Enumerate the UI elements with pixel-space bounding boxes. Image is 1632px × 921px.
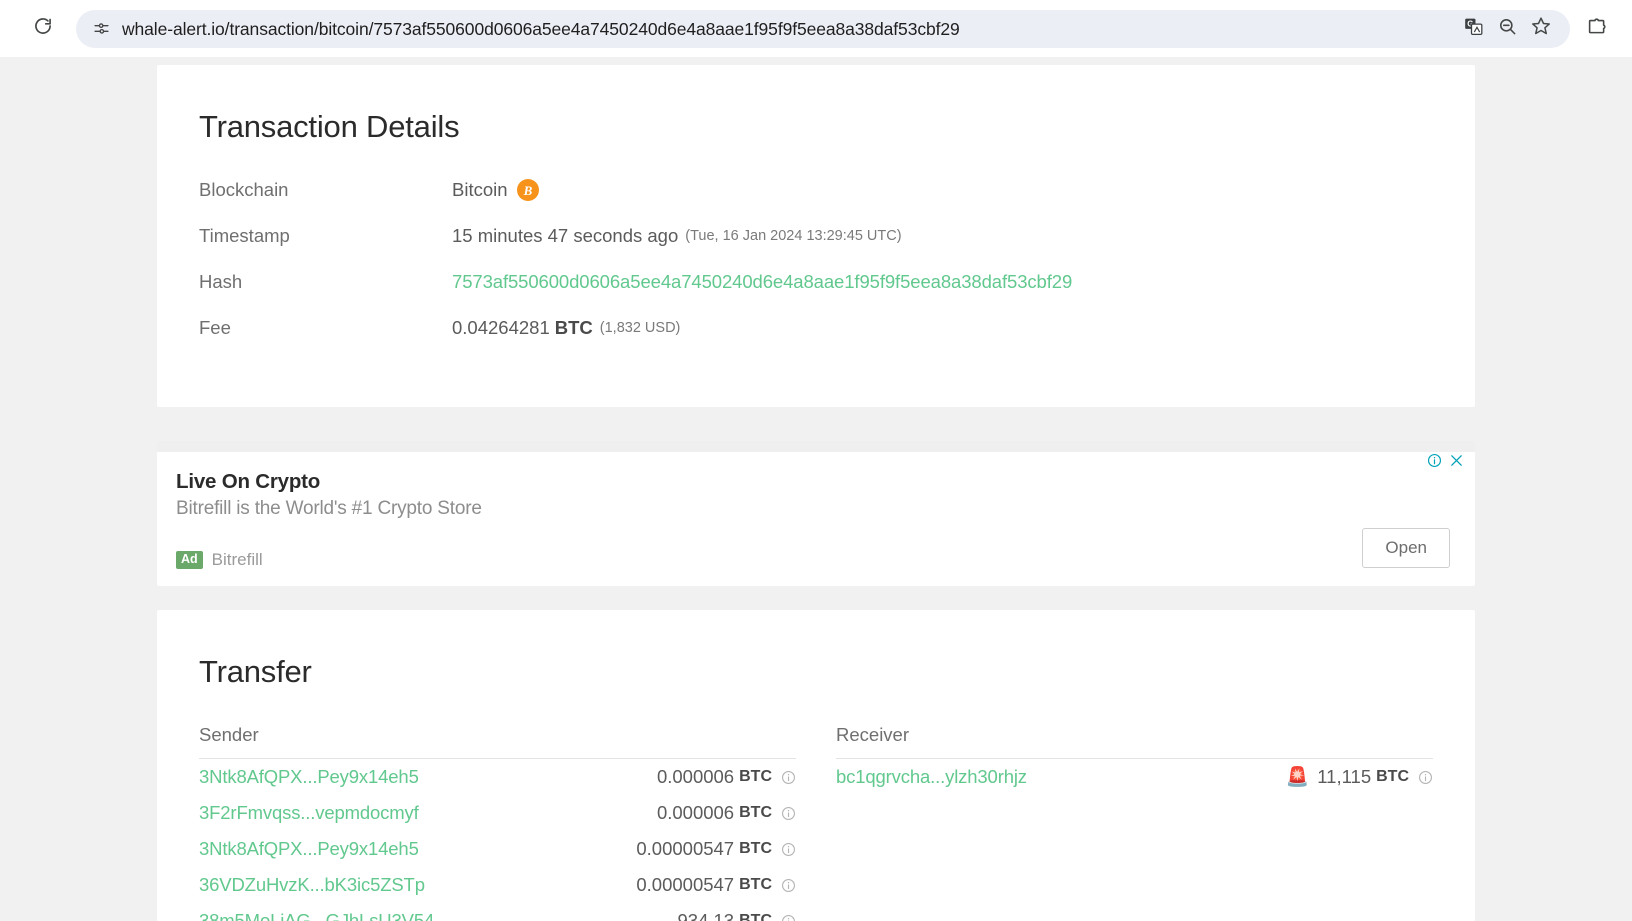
timestamp-relative: 15 minutes 47 seconds ago [452, 225, 679, 246]
sender-amount-group: 0.00000547 BTC [636, 838, 796, 860]
sender-amount: 0.00000547 [636, 874, 735, 895]
sender-amount-unit: BTC [739, 912, 772, 921]
detail-label: Blockchain [199, 179, 289, 200]
sender-column: Sender 3Ntk8AfQPX...Pey9x14eh5 0.000006 … [199, 724, 796, 921]
bitcoin-coin-icon: B [516, 179, 539, 201]
sender-amount: 934.13 [677, 910, 735, 921]
page-viewport: Transaction Details Blockchain Bitcoin B… [0, 57, 1632, 921]
address-bar[interactable]: whale-alert.io/transaction/bitcoin/7573a… [76, 9, 1570, 48]
info-icon[interactable] [781, 914, 796, 921]
zoom-out-icon [1498, 17, 1517, 41]
ad-description: Bitrefill is the World's #1 Crypto Store [176, 498, 482, 519]
table-row: bc1qgrvcha...ylzh30rhjz 🚨 11,115 BTC [836, 759, 1433, 795]
sender-amount-unit: BTC [739, 804, 772, 821]
ad-info-icon[interactable] [1427, 453, 1442, 468]
omnibox-actions: G [1458, 14, 1556, 44]
site-settings-icon[interactable] [88, 16, 114, 42]
detail-row-blockchain: Blockchain Bitcoin B [199, 179, 1433, 225]
detail-row-fee: Fee 0.04264281 BTC (1,832 USD) [199, 317, 1433, 363]
transfer-columns: Sender 3Ntk8AfQPX...Pey9x14eh5 0.000006 … [199, 724, 1433, 921]
fee-unit: BTC [554, 317, 593, 338]
extensions-puzzle-icon [1587, 16, 1608, 42]
sender-address-link[interactable]: 3Ntk8AfQPX...Pey9x14eh5 [199, 838, 419, 860]
detail-label: Fee [199, 317, 231, 338]
detail-row-hash: Hash 7573af550600d0606a5ee4a7450240d6e4a… [199, 271, 1433, 317]
table-row: 3Ntk8AfQPX...Pey9x14eh5 0.000006 BTC [199, 759, 796, 795]
zoom-out-button[interactable] [1492, 14, 1522, 44]
info-icon[interactable] [781, 878, 796, 893]
detail-value: 15 minutes 47 seconds ago (Tue, 16 Jan 2… [452, 225, 902, 247]
receiver-column: Receiver bc1qgrvcha...ylzh30rhjz 🚨 11,11… [836, 724, 1433, 921]
sender-address-link[interactable]: 36VDZuHvzK...bK3ic5ZSTp [199, 874, 425, 896]
transaction-hash-link[interactable]: 7573af550600d0606a5ee4a7450240d6e4a8aae1… [452, 271, 1072, 293]
extensions-button[interactable] [1580, 12, 1614, 46]
ad-badge: Ad [176, 550, 203, 570]
sender-amount-unit: BTC [739, 768, 772, 785]
receiver-address-link[interactable]: bc1qgrvcha...ylzh30rhjz [836, 766, 1027, 788]
sender-amount-unit: BTC [739, 876, 772, 893]
sender-address-link[interactable]: 3F2rFmvqss...vepmdocmyf [199, 802, 419, 824]
translate-button[interactable]: G [1458, 14, 1488, 44]
transfer-card: Transfer Sender 3Ntk8AfQPX...Pey9x14eh5 … [157, 610, 1475, 921]
ad-top-band [157, 441, 1475, 452]
detail-row-timestamp: Timestamp 15 minutes 47 seconds ago (Tue… [199, 225, 1433, 271]
advertisement-card: Live On Crypto Bitrefill is the World's … [157, 441, 1475, 586]
info-icon[interactable] [1418, 770, 1433, 785]
transaction-details-card: Transaction Details Blockchain Bitcoin B… [157, 65, 1475, 407]
sender-amount: 0.00000547 [636, 838, 735, 859]
reload-button[interactable] [26, 12, 60, 46]
bookmark-button[interactable] [1526, 14, 1556, 44]
sender-amount-unit: BTC [739, 840, 772, 857]
whale-alert-siren-icon: 🚨 [1285, 766, 1310, 788]
sender-amount-group: 0.000006 BTC [657, 766, 796, 788]
detail-value: 7573af550600d0606a5ee4a7450240d6e4a8aae1… [452, 271, 1072, 293]
sender-amount-group: 0.00000547 BTC [636, 874, 796, 896]
svg-text:B: B [522, 183, 532, 198]
table-row: 3Ntk8AfQPX...Pey9x14eh5 0.00000547 BTC [199, 831, 796, 867]
detail-label: Timestamp [199, 225, 290, 246]
timestamp-absolute: (Tue, 16 Jan 2024 13:29:45 UTC) [685, 228, 902, 244]
receiver-amount-unit: BTC [1376, 768, 1409, 785]
sender-amount-group: 934.13 BTC [678, 910, 796, 921]
receiver-amount: 11,115 [1317, 766, 1372, 787]
table-row: 38m5MoLjAG...GJhLsU3V54 934.13 BTC [199, 903, 796, 921]
ad-open-button[interactable]: Open [1362, 528, 1450, 568]
page-title: Transaction Details [199, 109, 460, 144]
transfer-title: Transfer [199, 654, 312, 689]
ad-close-icon[interactable] [1449, 453, 1464, 468]
address-bar-url[interactable]: whale-alert.io/transaction/bitcoin/7573a… [122, 10, 1450, 48]
ad-headline[interactable]: Live On Crypto [176, 470, 1451, 494]
sender-address-link[interactable]: 3Ntk8AfQPX...Pey9x14eh5 [199, 766, 419, 788]
fee-amount: 0.04264281 [452, 317, 550, 338]
receiver-column-header: Receiver [836, 724, 1433, 759]
info-icon[interactable] [781, 770, 796, 785]
blockchain-name: Bitcoin [452, 179, 508, 200]
ad-controls [1427, 453, 1464, 468]
table-row: 3F2rFmvqss...vepmdocmyf 0.000006 BTC [199, 795, 796, 831]
sender-address-link[interactable]: 38m5MoLjAG...GJhLsU3V54 [199, 910, 434, 921]
ad-footer: Ad Bitrefill [176, 550, 1451, 570]
detail-label: Hash [199, 271, 243, 292]
browser-toolbar: whale-alert.io/transaction/bitcoin/7573a… [0, 0, 1632, 57]
detail-value: 0.04264281 BTC (1,832 USD) [452, 317, 680, 339]
ad-body: Live On Crypto Bitrefill is the World's … [157, 452, 1475, 570]
sender-amount: 0.000006 [656, 766, 735, 787]
detail-value: Bitcoin B [452, 179, 539, 201]
sender-amount: 0.000006 [656, 802, 735, 823]
receiver-amount-group: 🚨 11,115 BTC [1286, 766, 1433, 788]
table-row: 36VDZuHvzK...bK3ic5ZSTp 0.00000547 BTC [199, 867, 796, 903]
fee-usd: (1,832 USD) [599, 320, 681, 336]
sender-amount-group: 0.000006 BTC [657, 802, 796, 824]
reload-icon [33, 16, 53, 41]
ad-advertiser-name[interactable]: Bitrefill [212, 550, 263, 570]
sender-column-header: Sender [199, 724, 796, 759]
bookmark-star-icon [1531, 16, 1551, 41]
translate-icon: G [1464, 17, 1483, 41]
info-icon[interactable] [781, 842, 796, 857]
info-icon[interactable] [781, 806, 796, 821]
